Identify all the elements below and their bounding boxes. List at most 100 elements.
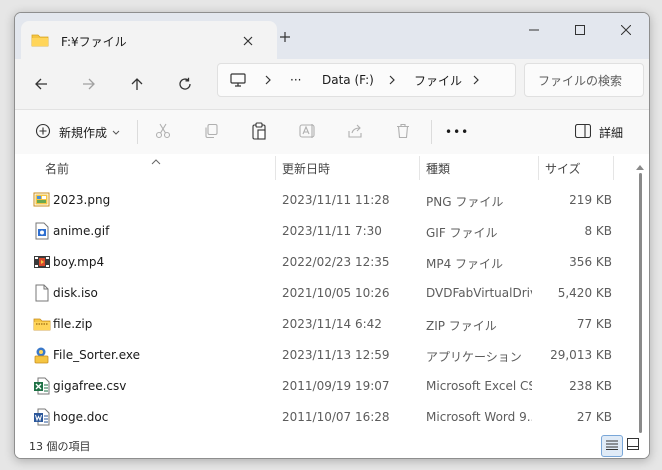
- file-row[interactable]: gigafree.csv 2011/09/19 19:07 Microsoft …: [15, 371, 635, 402]
- file-type: MP4 ファイル: [426, 257, 504, 271]
- file-row[interactable]: hoge.doc 2011/10/07 16:28 Microsoft Word…: [15, 402, 635, 433]
- file-date: 2023/11/11 7:30: [282, 224, 382, 238]
- file-row[interactable]: anime.gif 2023/11/11 7:30 GIF ファイル 8 KB: [15, 216, 635, 247]
- scissors-icon: [155, 123, 171, 142]
- close-window-button[interactable]: [603, 13, 649, 47]
- details-pane-icon: [574, 123, 592, 141]
- file-name: hoge.doc: [53, 410, 109, 424]
- file-size: 27 KB: [576, 410, 612, 424]
- gif-image-icon: [33, 222, 51, 240]
- file-date: 2021/10/05 10:26: [282, 286, 390, 300]
- file-size: 5,420 KB: [557, 286, 612, 300]
- file-row[interactable]: File_Sorter.exe 2023/11/13 12:59 アプリケーショ…: [15, 340, 635, 371]
- file-type: ZIP ファイル: [426, 319, 497, 333]
- more-options-button[interactable]: •••: [445, 118, 469, 146]
- paste-button[interactable]: [251, 118, 267, 146]
- png-image-icon: [33, 191, 51, 209]
- file-row[interactable]: boy.mp4 2022/02/23 12:35 MP4 ファイル 356 KB: [15, 247, 635, 278]
- thumbnail-view-icon: [627, 437, 639, 453]
- item-count: 13 個の項目: [29, 440, 91, 453]
- divider: [137, 120, 138, 144]
- file-type: Microsoft Word 9...: [426, 410, 532, 424]
- file-name: boy.mp4: [53, 255, 105, 269]
- share-button[interactable]: [347, 118, 363, 146]
- file-row[interactable]: 2023.png 2023/11/11 11:28 PNG ファイル 219 K…: [15, 185, 635, 216]
- list-view-icon: [606, 439, 618, 453]
- status-bar: 13 個の項目: [15, 433, 649, 458]
- file-row[interactable]: file.zip 2023/11/14 6:42 ZIP ファイル 77 KB: [15, 309, 635, 340]
- column-divider[interactable]: [538, 156, 539, 180]
- details-pane-button[interactable]: 詳細: [574, 118, 623, 146]
- chevron-right-icon: [388, 64, 396, 96]
- file-name: 2023.png: [53, 193, 111, 207]
- minimize-button[interactable]: [511, 13, 557, 47]
- file-name: gigafree.csv: [53, 379, 127, 393]
- file-name: File_Sorter.exe: [53, 348, 140, 362]
- divider: [431, 120, 432, 144]
- tiles-view-button[interactable]: [623, 435, 643, 455]
- file-type: PNG ファイル: [426, 195, 504, 209]
- excel-csv-icon: [33, 377, 51, 395]
- clipboard-icon: [251, 121, 267, 143]
- sort-ascending-icon: [151, 154, 161, 168]
- file-type: Microsoft Excel CS...: [426, 379, 532, 393]
- pc-monitor-icon[interactable]: [230, 64, 246, 96]
- blank-file-icon: [33, 284, 51, 302]
- file-type: DVDFabVirtualDrive: [426, 286, 532, 300]
- cut-button[interactable]: [155, 118, 171, 146]
- zip-folder-icon: [33, 315, 51, 333]
- title-bar: F:¥ファイル: [15, 13, 649, 59]
- file-size: 356 KB: [569, 255, 612, 269]
- back-button[interactable]: [25, 68, 57, 100]
- column-divider[interactable]: [613, 156, 614, 180]
- file-name: disk.iso: [53, 286, 98, 300]
- tab-title: F:¥ファイル: [61, 35, 127, 49]
- file-list: 2023.png 2023/11/11 11:28 PNG ファイル 219 K…: [15, 185, 635, 433]
- up-button[interactable]: [121, 68, 153, 100]
- refresh-button[interactable]: [169, 68, 201, 100]
- column-date-header[interactable]: 更新日時: [282, 160, 330, 177]
- details-view-button[interactable]: [601, 435, 623, 457]
- file-type: アプリケーション: [426, 350, 522, 364]
- delete-button[interactable]: [395, 118, 411, 146]
- file-size: 238 KB: [569, 379, 612, 393]
- file-size: 8 KB: [584, 224, 612, 238]
- file-date: 2011/09/19 19:07: [282, 379, 390, 393]
- file-date: 2023/11/14 6:42: [282, 317, 382, 331]
- file-date: 2022/02/23 12:35: [282, 255, 390, 269]
- close-tab-icon[interactable]: [237, 31, 259, 51]
- breadcrumb-folder[interactable]: ファイル: [414, 64, 462, 96]
- chevron-right-icon: [264, 64, 272, 96]
- breadcrumb-drive[interactable]: Data (F:): [322, 64, 374, 96]
- search-input[interactable]: ファイルの検索: [538, 72, 622, 89]
- forward-button[interactable]: [73, 68, 105, 100]
- rename-icon: [299, 123, 317, 142]
- column-name-header[interactable]: 名前: [45, 160, 69, 177]
- file-type: GIF ファイル: [426, 226, 498, 240]
- search-box[interactable]: ファイルの検索: [524, 63, 644, 97]
- vertical-scrollbar-thumb[interactable]: [639, 173, 642, 433]
- navigation-bar: ··· Data (F:) ファイル ファイルの検索: [15, 59, 649, 110]
- chevron-down-icon: [112, 125, 120, 139]
- column-size-header[interactable]: サイズ: [545, 160, 581, 177]
- address-bar[interactable]: ··· Data (F:) ファイル: [217, 63, 516, 97]
- trash-icon: [395, 123, 411, 142]
- tab-active[interactable]: F:¥ファイル: [21, 21, 277, 59]
- file-size: 219 KB: [569, 193, 612, 207]
- file-name: anime.gif: [53, 224, 110, 238]
- column-divider[interactable]: [275, 156, 276, 180]
- maximize-button[interactable]: [557, 13, 603, 47]
- file-row[interactable]: disk.iso 2021/10/05 10:26 DVDFabVirtualD…: [15, 278, 635, 309]
- new-tab-button[interactable]: [273, 27, 297, 47]
- copy-button[interactable]: [203, 118, 219, 146]
- word-doc-icon: [33, 408, 51, 426]
- file-date: 2023/11/11 11:28: [282, 193, 390, 207]
- rename-button[interactable]: [299, 118, 317, 146]
- command-bar: 新規作成 ••• 詳細: [15, 110, 649, 155]
- scroll-up-icon[interactable]: [636, 159, 644, 173]
- new-button[interactable]: 新規作成: [35, 118, 120, 146]
- chevron-right-icon[interactable]: [472, 64, 480, 96]
- column-divider[interactable]: [419, 156, 420, 180]
- column-type-header[interactable]: 種類: [426, 160, 450, 177]
- breadcrumb-overflow[interactable]: ···: [290, 64, 301, 96]
